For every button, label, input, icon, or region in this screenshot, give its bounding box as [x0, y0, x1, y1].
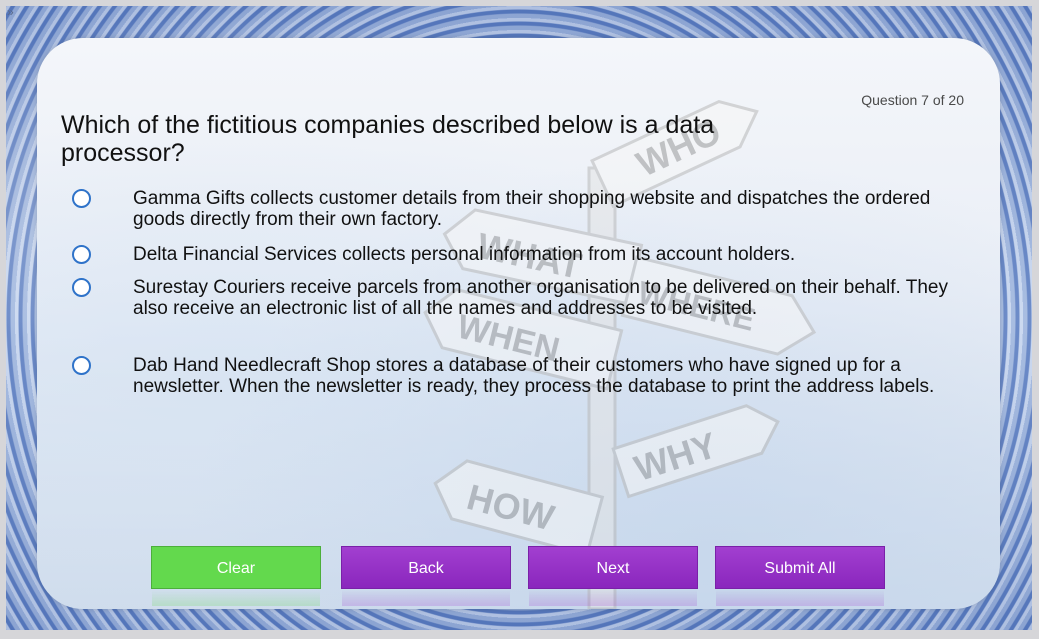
answer-label: Dab Hand Needlecraft Shop stores a datab…	[133, 355, 935, 397]
question-counter: Question 7 of 20	[861, 92, 964, 108]
radio-button[interactable]	[72, 278, 91, 297]
sign-why: WHY	[629, 424, 722, 489]
answer-option-2[interactable]: Delta Financial Services collects person…	[72, 244, 967, 266]
quiz-card: WHO WHAT WHERE WHEN WHY HOW Question 7 o…	[37, 38, 1000, 609]
answer-option-4[interactable]: Dab Hand Needlecraft Shop stores a datab…	[72, 355, 967, 421]
back-button[interactable]: Back	[341, 546, 511, 589]
radio-button[interactable]	[72, 245, 91, 264]
answer-option-1[interactable]: Gamma Gifts collects customer details fr…	[72, 188, 967, 232]
answer-label: Surestay Couriers receive parcels from a…	[133, 277, 948, 319]
next-button[interactable]: Next	[528, 546, 698, 589]
submit-all-button[interactable]: Submit All	[715, 546, 885, 589]
question-text: Which of the fictitious companies descri…	[61, 111, 715, 167]
radio-button[interactable]	[72, 189, 91, 208]
expand-toggle-icon[interactable]: »	[7, 6, 14, 18]
clear-button[interactable]: Clear	[151, 546, 321, 589]
answer-label: Delta Financial Services collects person…	[133, 244, 796, 265]
sign-how: HOW	[463, 476, 559, 538]
answer-option-3[interactable]: Surestay Couriers receive parcels from a…	[72, 277, 967, 321]
radio-button[interactable]	[72, 356, 91, 375]
answer-label: Gamma Gifts collects customer details fr…	[133, 188, 931, 230]
